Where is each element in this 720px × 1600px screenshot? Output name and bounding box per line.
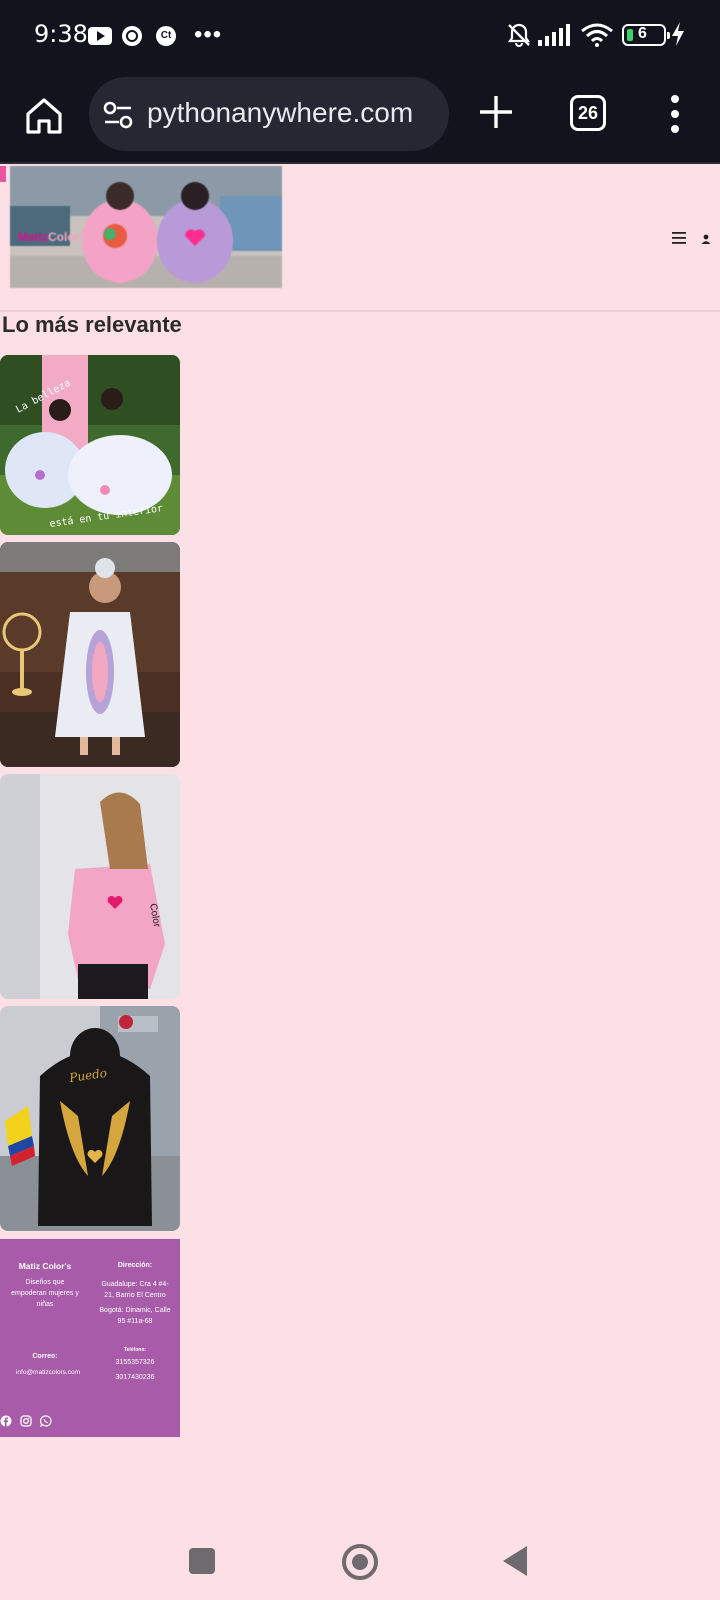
site-footer: Matiz Color's Diseños que empoderan muje… (0, 1239, 180, 1437)
product-card[interactable]: La belleza está en tu interior (0, 355, 180, 535)
more-dots-icon: ••• (194, 21, 223, 48)
footer-phone-2[interactable]: 3017430236 (98, 1374, 172, 1381)
product-image: Color (0, 774, 180, 999)
ct-icon: Ct (156, 26, 176, 46)
footer-phone-1[interactable]: 3155357326 (98, 1359, 172, 1366)
system-nav-bar (0, 1520, 720, 1600)
site-settings-icon[interactable] (103, 101, 133, 129)
bell-off-icon (507, 23, 531, 48)
battery-icon: 6 (622, 24, 670, 46)
charging-icon (672, 22, 684, 46)
whatsapp-icon[interactable] (40, 1415, 52, 1427)
site-logo[interactable]: MatizColor's (18, 230, 89, 244)
footer-brand: Matiz Color's (18, 1261, 72, 1271)
status-time: 9:38 (34, 20, 88, 48)
footer-email-link[interactable]: info@matizcolors.com (6, 1369, 90, 1376)
instagram-icon[interactable] (20, 1415, 32, 1427)
footer-address-2: Bogotá: Dinamic, Calle 95 #11a-68 (99, 1307, 171, 1325)
banner-image (10, 166, 282, 288)
status-bar: 9:38 Ct ••• 6 (0, 0, 720, 72)
youtube-icon (88, 27, 112, 45)
product-card[interactable] (0, 542, 180, 767)
header-accent (0, 166, 6, 182)
footer-phone-label: Teléfono: (123, 1347, 147, 1353)
back-button[interactable] (503, 1546, 527, 1576)
browser-toolbar: pythonanywhere.com 26 (0, 72, 720, 164)
section-title: Lo más relevante (2, 312, 182, 337)
footer-address-label: Dirección: (117, 1262, 153, 1269)
wifi-icon (581, 23, 613, 47)
footer-tagline: Diseños que empoderan mujeres y niñas (11, 1279, 79, 1308)
product-image (0, 542, 180, 767)
footer-address-1: Guadalupe: Cra 4 #4-21, Barrio El Centro (101, 1281, 169, 1299)
footer-email-label: Correo: (32, 1353, 58, 1360)
home-icon[interactable] (22, 94, 66, 138)
home-button[interactable] (342, 1544, 378, 1580)
header-banner[interactable]: MatizColor's (10, 166, 282, 288)
signal-icon (538, 24, 570, 46)
logo-part-2: Color's (48, 230, 89, 244)
recent-apps-button[interactable] (189, 1548, 215, 1574)
facebook-icon[interactable] (0, 1415, 12, 1427)
battery-level: 6 (638, 25, 647, 42)
product-card[interactable]: Puedo (0, 1006, 180, 1231)
product-card[interactable]: Color (0, 774, 180, 999)
hamburger-menu-icon[interactable] (672, 232, 686, 244)
chrome-icon (122, 26, 142, 46)
tab-switcher-button[interactable]: 26 (570, 95, 606, 131)
url-bar[interactable]: pythonanywhere.com (89, 77, 449, 151)
more-menu-icon[interactable] (668, 94, 682, 134)
site-header: MatizColor's (0, 166, 720, 312)
new-tab-icon[interactable] (478, 94, 514, 130)
user-icon[interactable] (701, 234, 711, 244)
product-image: Puedo (0, 1006, 180, 1231)
product-image: La belleza está en tu interior (0, 355, 180, 535)
logo-part-1: Matiz (18, 230, 48, 244)
url-text[interactable]: pythonanywhere.com (147, 97, 413, 129)
